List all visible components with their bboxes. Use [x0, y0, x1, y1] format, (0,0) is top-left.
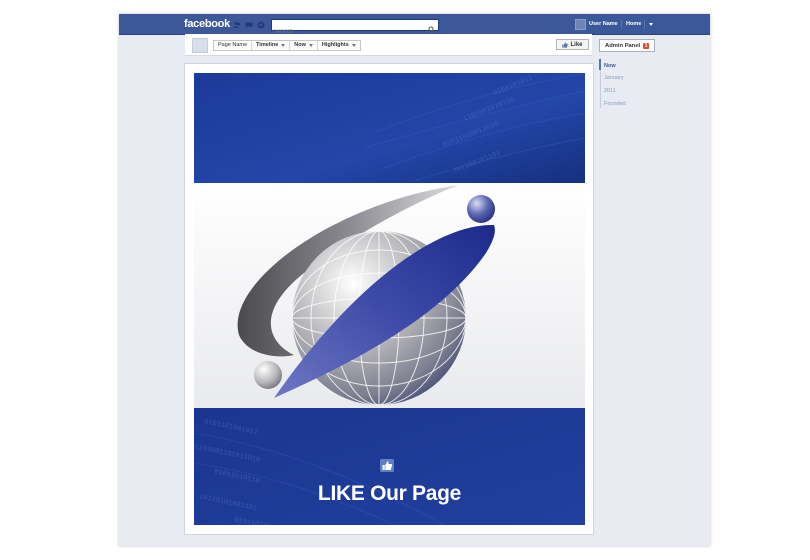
user-avatar[interactable]	[575, 19, 586, 30]
breadcrumb: Page Name Timeline Now Highlights	[213, 40, 361, 51]
cover-image: 0100101011 1101001010110 01011010011010 …	[194, 73, 585, 525]
timeline-nav-january[interactable]: January	[604, 75, 624, 81]
chevron-down-icon	[308, 44, 313, 47]
like-label: Like	[570, 41, 583, 48]
highlights-dropdown[interactable]: Highlights	[318, 41, 360, 50]
timeline-nav-founded[interactable]: Founded	[604, 101, 626, 107]
globe-logo-artwork: 0100101011 1101001010110 01011010011010 …	[194, 73, 585, 525]
timeline-dropdown[interactable]: Timeline	[252, 41, 291, 50]
page-header-bar: Page Name Timeline Now Highlights Like	[185, 34, 592, 56]
timeline-active-marker	[599, 59, 601, 70]
chevron-down-icon	[281, 44, 286, 47]
timeline-nav-2011[interactable]: 2011	[604, 88, 616, 94]
facebook-logo[interactable]: facebook	[184, 18, 230, 30]
fan-gate-tab-card: 0100101011 1101001010110 01011010011010 …	[184, 63, 594, 535]
thumbs-up-icon	[562, 41, 569, 48]
user-name-link[interactable]: User Name	[589, 21, 618, 27]
timeline-label: Timeline	[256, 42, 279, 48]
thumbs-up-icon	[380, 459, 394, 472]
notifications-icon[interactable]	[257, 21, 265, 29]
messages-icon[interactable]	[245, 21, 253, 29]
chevron-down-icon	[351, 44, 356, 47]
page-profile-thumbnail[interactable]	[192, 38, 208, 53]
now-dropdown[interactable]: Now	[290, 41, 318, 50]
like-our-page-cta: LIKE Our Page	[317, 482, 462, 505]
home-link[interactable]: Home	[626, 21, 641, 27]
admin-panel-label: Admin Panel	[605, 42, 641, 49]
admin-panel-button[interactable]: Admin Panel 1	[599, 39, 655, 52]
divider	[621, 20, 622, 29]
friend-requests-icon[interactable]	[233, 21, 241, 29]
top-navigation-bar: facebook User Name Home	[119, 14, 710, 37]
divider	[644, 20, 645, 29]
highlights-label: Highlights	[321, 42, 349, 48]
browser-window: facebook User Name Home Page Name Timeli…	[119, 14, 710, 546]
now-label: Now	[294, 42, 306, 48]
search-box[interactable]	[271, 19, 439, 37]
timeline-nav-now[interactable]: Now	[604, 63, 616, 69]
like-button[interactable]: Like	[556, 39, 589, 50]
notification-badge: 1	[643, 42, 649, 49]
breadcrumb-page-name[interactable]: Page Name	[214, 41, 253, 50]
account-caret-icon[interactable]	[649, 23, 653, 26]
